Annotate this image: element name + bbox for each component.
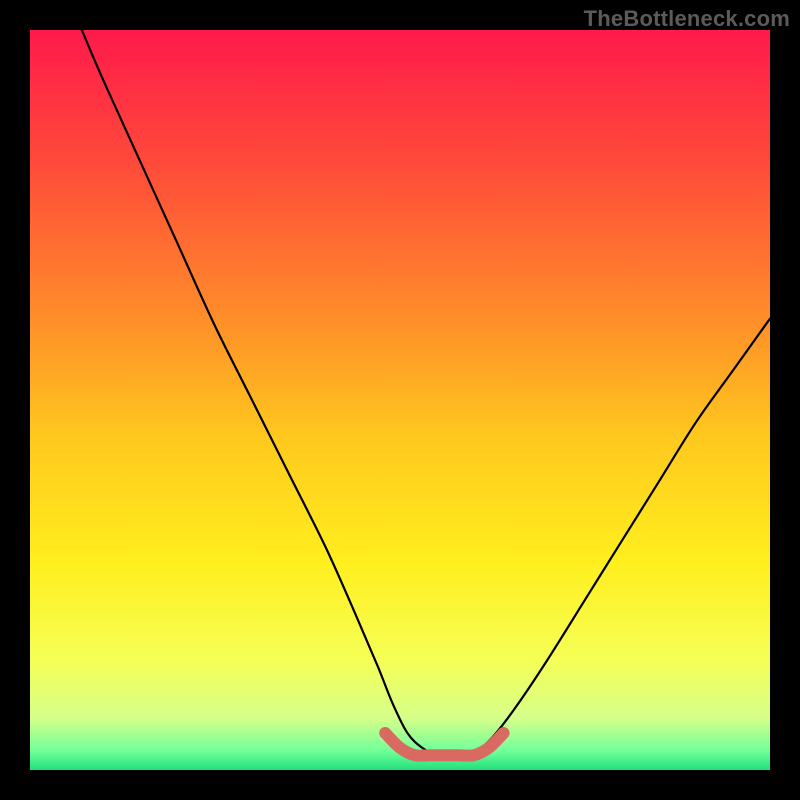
gradient-background bbox=[30, 30, 770, 770]
chart-svg bbox=[30, 30, 770, 770]
plot-area bbox=[30, 30, 770, 770]
watermark-text: TheBottleneck.com bbox=[584, 6, 790, 32]
chart-frame: TheBottleneck.com bbox=[0, 0, 800, 800]
